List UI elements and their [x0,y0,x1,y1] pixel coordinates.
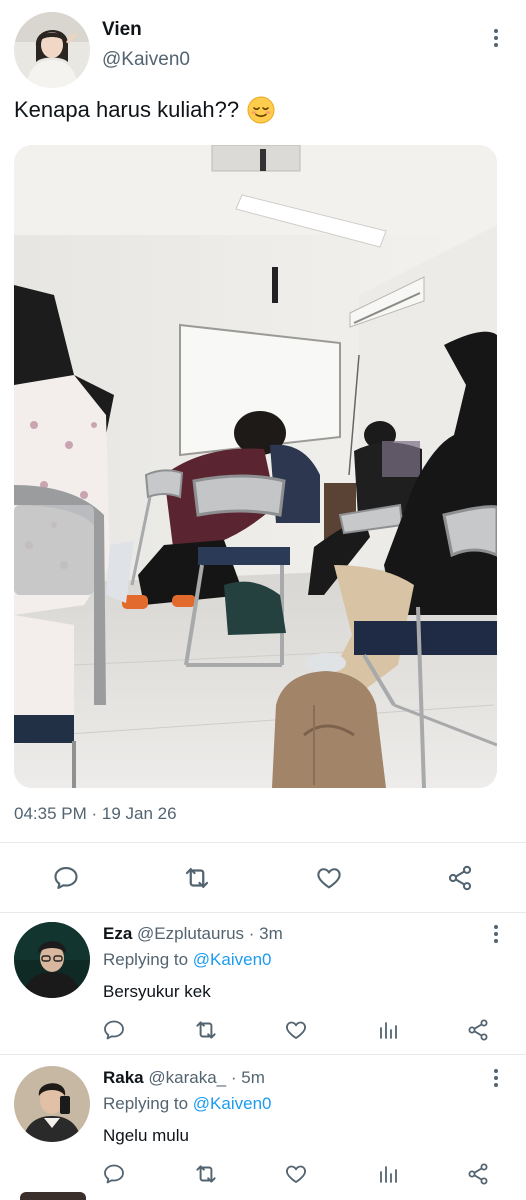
reply-tweet[interactable]: Raka @karaka_ · 5m Replying to @Kaiven0 … [0,1056,526,1200]
retweet-icon[interactable] [186,1010,226,1050]
share-icon[interactable] [458,1154,498,1194]
replying-to-link[interactable]: @Kaiven0 [193,950,272,969]
replying-to-link[interactable]: @Kaiven0 [193,1094,272,1113]
relieved-face-icon [247,96,275,124]
like-icon[interactable] [276,1154,316,1194]
reply-tweet[interactable]: Eza @Ezplutaurus · 3m Replying to @Kaive… [0,912,526,1054]
reply-icon[interactable] [46,858,86,898]
analytics-icon[interactable] [368,1154,408,1194]
tweet-header: Vien @Kaiven0 [14,12,512,90]
reply-author-handle[interactable]: @karaka_ [148,1068,226,1087]
tweet-media-photo[interactable] [14,145,497,788]
reply-header: Raka @karaka_ · 5m [103,1068,265,1088]
reply-time: · 5m [230,1068,265,1087]
reply-action-bar [0,1154,526,1194]
reply-action-bar [0,1010,526,1050]
reply-text: Ngelu mulu [103,1126,189,1145]
share-icon[interactable] [440,858,480,898]
replying-to-line: Replying to @Kaiven0 [103,950,272,970]
reply-avatar[interactable] [14,1066,90,1142]
reply-author-name[interactable]: Eza [103,924,132,943]
analytics-icon[interactable] [368,1010,408,1050]
replying-to-label: Replying to [103,950,189,969]
reply-author-name[interactable]: Raka [103,1068,144,1087]
tweet-timestamp[interactable]: 04:35 PM · 19 Jan 26 [14,804,177,824]
reply-text: Bersyukur kek [103,982,211,1001]
author-name[interactable]: Vien [102,19,142,41]
author-handle[interactable]: @Kaiven0 [102,49,190,71]
more-options-icon[interactable] [486,24,506,52]
reply-icon[interactable] [94,1010,134,1050]
tweet-action-bar [0,858,526,898]
more-options-icon[interactable] [486,920,506,948]
more-options-icon[interactable] [486,1064,506,1092]
like-icon[interactable] [276,1010,316,1050]
next-reply-avatar [20,1192,86,1200]
retweet-icon[interactable] [177,858,217,898]
tweet-text: Kenapa harus kuliah?? [14,96,275,124]
author-avatar[interactable] [14,12,90,88]
reply-author-handle[interactable]: @Ezplutaurus [137,924,244,943]
retweet-icon[interactable] [186,1154,226,1194]
reply-time: · 3m [248,924,283,943]
share-icon[interactable] [458,1010,498,1050]
like-icon[interactable] [309,858,349,898]
replying-to-label: Replying to [103,1094,189,1113]
divider [0,1054,526,1055]
replying-to-line: Replying to @Kaiven0 [103,1094,272,1114]
tweet-text-content: Kenapa harus kuliah?? [14,97,240,122]
reply-avatar[interactable] [14,922,90,998]
reply-icon[interactable] [94,1154,134,1194]
reply-header: Eza @Ezplutaurus · 3m [103,924,283,944]
divider [0,842,526,843]
